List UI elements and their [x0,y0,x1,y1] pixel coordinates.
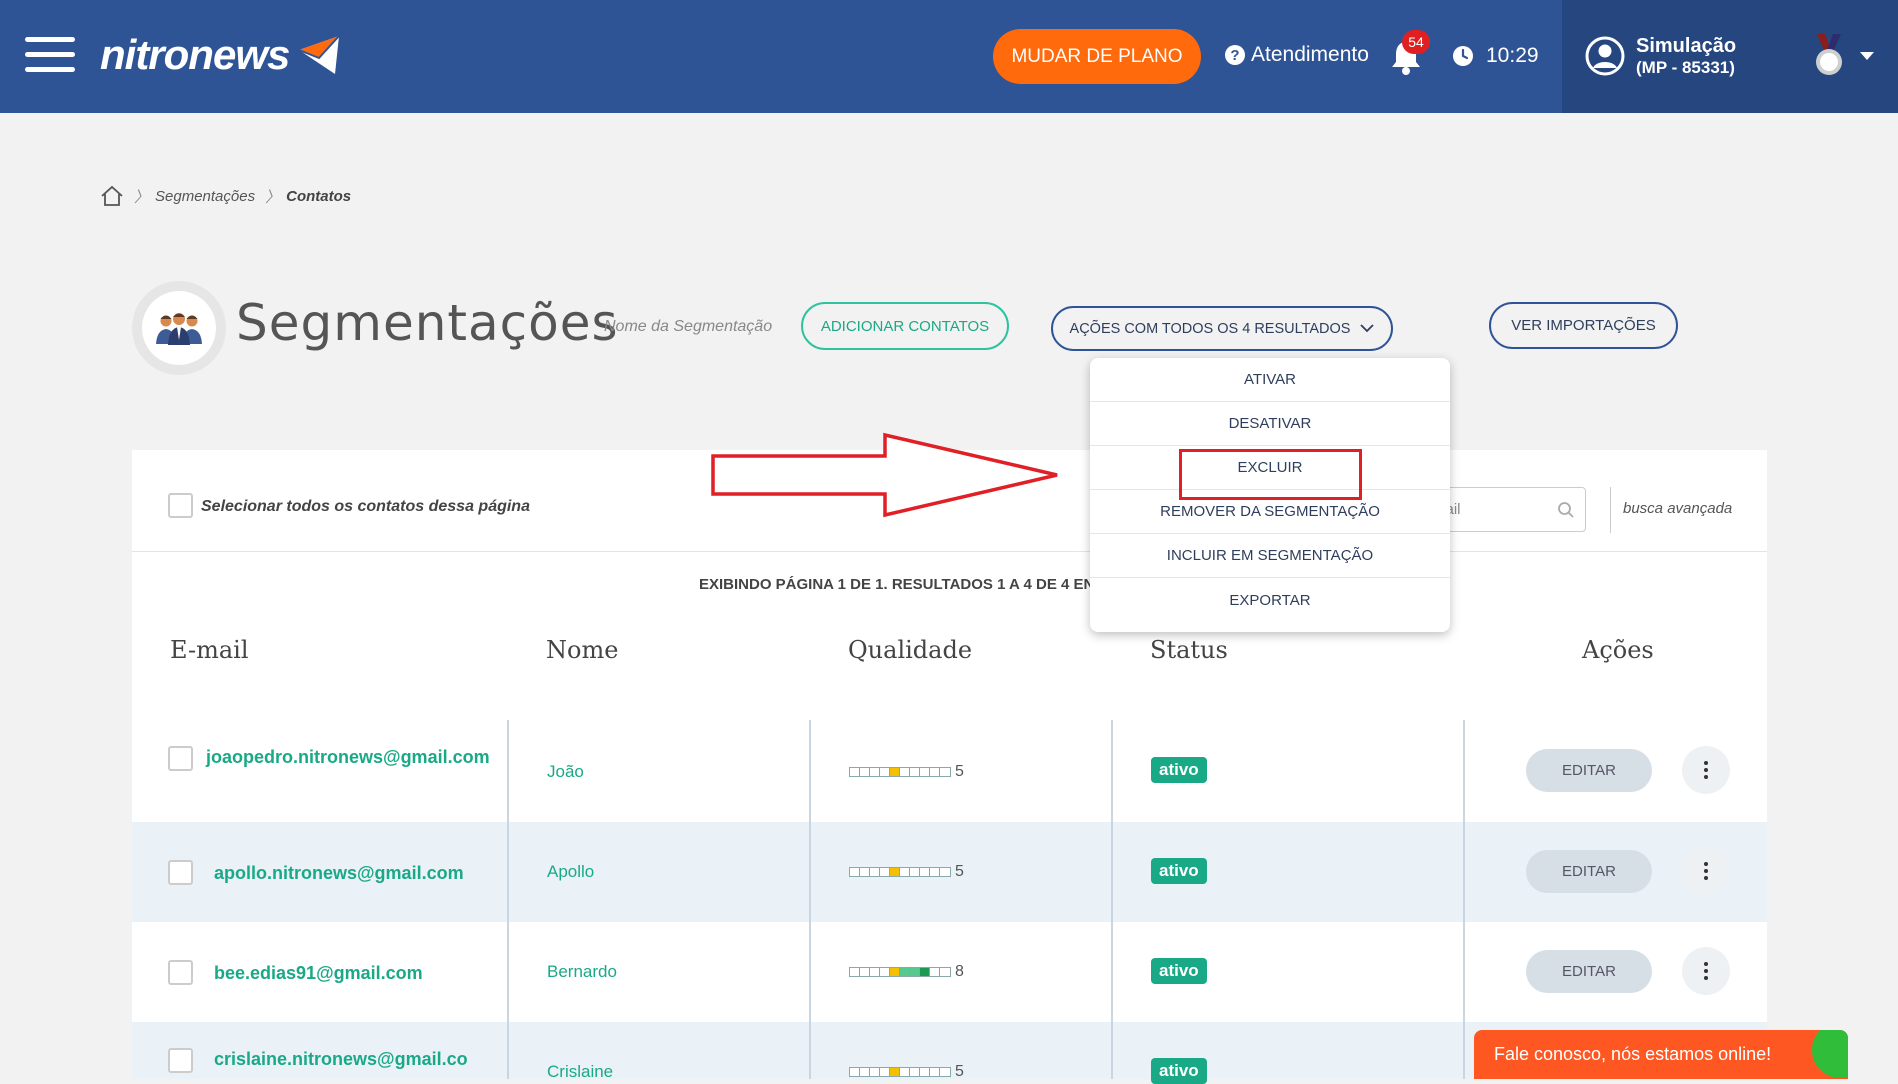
table-row: joaopedro.nitronews@gmail.com João 5 ati… [132,720,1767,820]
quality-score: 5 [955,863,964,880]
breadcrumb-separator: 〉 [265,188,281,206]
status-badge: ativo [1151,958,1207,984]
help-icon: ? [1225,45,1245,65]
edit-button[interactable]: EDITAR [1526,850,1652,893]
column-header-email[interactable]: E-mail [170,636,249,664]
row-checkbox[interactable] [168,860,193,885]
clock-time: 10:29 [1486,44,1539,67]
contact-name[interactable]: Apollo [547,862,594,882]
page-title: Segmentações [236,294,619,352]
menu-icon[interactable] [25,37,75,73]
annotation-arrow-icon [711,432,1058,518]
table-row: apollo.nitronews@gmail.com Apollo 5 ativ… [132,822,1767,922]
quality-score: 8 [955,963,964,980]
user-avatar-icon [1585,36,1625,76]
contact-name[interactable]: Bernardo [547,962,617,982]
contact-email[interactable]: apollo.nitronews@gmail.com [214,860,464,886]
more-options-icon[interactable] [1682,947,1730,995]
clock: 10:29 [1452,44,1539,68]
select-all-checkbox[interactable] [168,493,193,518]
user-account: (MP - 85331) [1636,58,1735,77]
divider [1610,487,1611,533]
segment-name-field[interactable]: Nome da Segmentação [604,318,772,336]
quality-bar [849,867,951,877]
quality-bar [849,767,951,777]
segmentation-icon-circle [132,281,226,375]
add-contacts-button[interactable]: ADICIONAR CONTATOS [801,302,1009,350]
quality-bar [849,967,951,977]
more-options-icon[interactable] [1682,746,1730,794]
chevron-down-icon[interactable] [1860,52,1874,60]
more-options-icon[interactable] [1682,847,1730,895]
column-header-name[interactable]: Nome [546,636,618,664]
menu-item-delete[interactable]: EXCLUIR [1090,446,1450,490]
search-input[interactable]: mail [1432,487,1586,532]
contact-email[interactable]: joaopedro.nitronews@gmail.com [140,744,490,770]
column-header-status[interactable]: Status [1150,636,1228,664]
quality-meter: 5 [849,763,964,781]
group-users-icon [156,313,202,345]
menu-item-activate[interactable]: ATIVAR [1090,358,1450,402]
support-link[interactable]: ? Atendimento [1225,43,1369,67]
bulk-actions-label: AÇÕES COM TODOS OS 4 RESULTADOS [1069,320,1351,337]
column-divider [507,720,509,1079]
change-plan-button[interactable]: MUDAR DE PLANO [993,29,1201,84]
support-label: Atendimento [1251,43,1369,66]
breadcrumb-item-contacts: Contatos [286,187,352,205]
column-header-actions: Ações [1582,636,1654,664]
breadcrumb-separator: 〉 [134,188,150,206]
clock-icon [1453,46,1473,66]
chat-label: Fale conosco, nós estamos online! [1494,1044,1772,1064]
select-all-label: Selecionar todos os contatos dessa págin… [201,498,530,515]
envelope-logo-icon [298,35,341,74]
column-divider [1463,720,1465,1079]
edit-button[interactable]: EDITAR [1526,950,1652,993]
logo-text: nitronews [100,31,290,78]
bulk-actions-dropdown[interactable]: AÇÕES COM TODOS OS 4 RESULTADOS [1051,306,1393,351]
live-chat-button[interactable]: Fale conosco, nós estamos online! [1474,1030,1848,1079]
advanced-search-link[interactable]: busca avançada [1623,500,1732,517]
contact-email[interactable]: bee.edias91@gmail.com [214,960,423,986]
quality-score: 5 [955,763,964,780]
quality-score: 5 [955,1063,964,1080]
menu-item-export[interactable]: EXPORTAR [1090,578,1450,622]
quality-meter: 5 [849,863,964,881]
menu-item-include-in-segmentation[interactable]: INCLUIR EM SEGMENTAÇÃO [1090,534,1450,578]
status-badge: ativo [1151,858,1207,884]
view-imports-button[interactable]: VER IMPORTAÇÕES [1489,302,1678,349]
user-info[interactable]: Simulação (MP - 85331) [1636,35,1736,79]
medal-icon [1816,34,1842,75]
column-header-quality[interactable]: Qualidade [848,636,972,664]
contact-email[interactable]: crislaine.nitronews@gmail.co [214,1046,468,1072]
column-divider [1111,720,1113,1079]
breadcrumb: 〉 Segmentações 〉 Contatos [100,185,351,207]
bulk-actions-menu: ATIVAR DESATIVAR EXCLUIR REMOVER DA SEGM… [1090,358,1450,632]
row-checkbox[interactable] [168,1048,193,1073]
notification-badge: 54 [1402,30,1430,54]
logo[interactable]: nitronews [100,30,347,80]
menu-item-deactivate[interactable]: DESATIVAR [1090,402,1450,446]
row-checkbox[interactable] [168,960,193,985]
online-indicator [1812,1030,1848,1078]
chevron-down-icon [1360,324,1375,333]
quality-meter: 5 [849,1063,964,1081]
quality-bar [849,1067,951,1077]
home-icon[interactable] [100,185,124,207]
quality-meter: 8 [849,963,964,981]
contacts-card: Selecionar todos os contatos dessa págin… [132,450,1767,1084]
table-row: bee.edias91@gmail.com Bernardo 8 ativo E… [132,922,1767,1022]
search-icon[interactable] [1557,501,1575,519]
status-badge: ativo [1151,1058,1207,1084]
edit-button[interactable]: EDITAR [1526,749,1652,792]
user-name: Simulação [1636,35,1737,57]
contact-name[interactable]: João [547,762,584,782]
breadcrumb-item-segmentations[interactable]: Segmentações [155,188,255,205]
contact-name[interactable]: Crislaine [547,1062,613,1082]
status-badge: ativo [1151,757,1207,783]
column-divider [809,720,811,1079]
menu-item-remove-from-segmentation[interactable]: REMOVER DA SEGMENTAÇÃO [1090,490,1450,534]
